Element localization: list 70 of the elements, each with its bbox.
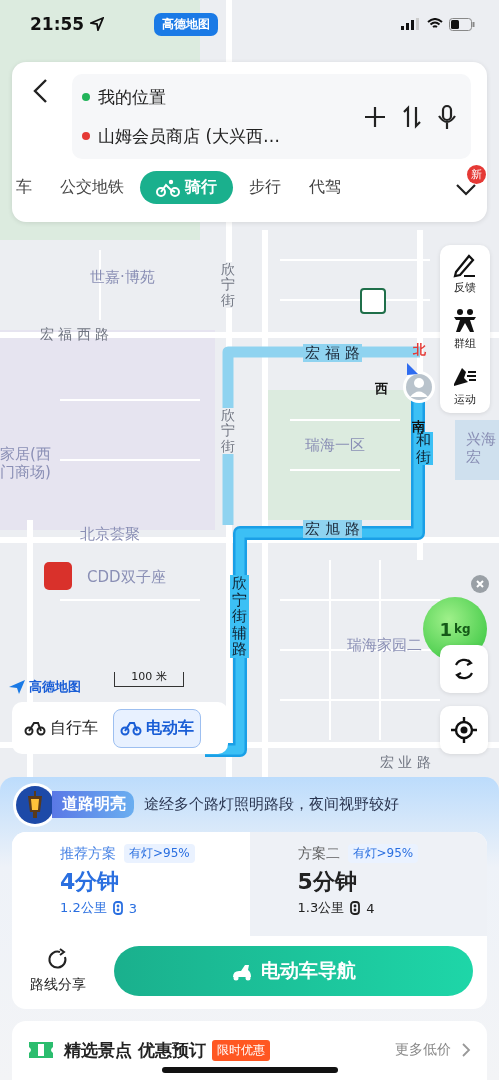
compass-label: 北: [413, 341, 426, 359]
promo-title: 精选景点 优惠预订: [64, 1038, 206, 1062]
close-icon[interactable]: [471, 575, 489, 593]
water-area: [455, 420, 499, 480]
heading-arrow-icon: [405, 362, 419, 376]
promo-tag: 限时优惠: [211, 1039, 270, 1061]
route-road-label: 欣宁街辅路: [230, 575, 249, 658]
signal-icon: [401, 18, 421, 30]
locate-button[interactable]: [440, 706, 488, 754]
back-to-app-button[interactable]: 高德地图: [154, 12, 219, 36]
place-label: CDD双子座: [87, 568, 166, 586]
place-label: 瑞海一区: [305, 436, 365, 454]
location-arrow-icon: [90, 17, 105, 31]
bicycle-icon: [24, 720, 46, 736]
battery-icon: [449, 17, 475, 31]
place-label: 家居(西门商场): [0, 445, 52, 481]
mode-tab[interactable]: 车: [16, 171, 44, 204]
microphone-icon[interactable]: [437, 103, 457, 130]
promo-card[interactable]: 精选景点 优惠预订 限时优惠 更多低价: [12, 1020, 487, 1080]
origin-field[interactable]: 我的位置: [98, 85, 166, 109]
ticket-icon: [28, 1040, 54, 1061]
map-tool-button[interactable]: 群组: [440, 301, 490, 357]
traffic-light-icon: [111, 901, 124, 916]
cyclist-icon: [156, 178, 180, 197]
wifi-icon: [427, 18, 443, 30]
bicycle-icon: [120, 720, 142, 736]
new-badge: 新: [467, 165, 486, 184]
vehicle-type-tab[interactable]: 电动车: [113, 708, 201, 748]
route-road-label: 和街: [414, 432, 433, 465]
destination-field[interactable]: 山姆会员商店 (大兴西…: [98, 124, 281, 148]
place-label: 世嘉·博苑: [90, 268, 155, 286]
refresh-button[interactable]: [440, 645, 488, 693]
destination-dot-icon: [82, 132, 90, 140]
road-lighting-badge: 道路明亮: [52, 791, 134, 819]
traffic-light-icon: [349, 901, 362, 916]
compass-label: 南: [412, 418, 425, 434]
route-share-button[interactable]: 路线分享: [24, 947, 92, 996]
locate-icon: [450, 716, 478, 744]
mode-tab[interactable]: 代驾: [297, 171, 353, 204]
mode-tab[interactable]: 步行: [237, 171, 293, 204]
chevron-right-icon: [461, 1042, 471, 1059]
road-label: 宏 业 路: [380, 754, 431, 771]
map-logo-text: 高德地图: [29, 678, 81, 696]
chevron-down-icon[interactable]: [455, 182, 477, 196]
swap-icon[interactable]: [401, 104, 423, 129]
lighting-description: 途经多个路灯照明路段，夜间视野较好: [144, 795, 399, 815]
road-label: 宏 福 西 路: [40, 326, 110, 343]
map-tool-button[interactable]: 反馈: [440, 245, 490, 301]
road-label: 欣宁街: [221, 408, 235, 455]
map-logo-icon: [8, 679, 26, 695]
status-time: 21:55: [30, 14, 85, 34]
place-label: 北京荟聚: [80, 525, 140, 543]
scale-bar: 100 米: [114, 672, 184, 687]
store-icon: [360, 288, 386, 314]
road-label: 欣宁街: [221, 262, 235, 309]
vehicle-type-tab[interactable]: 自行车: [17, 708, 105, 748]
restaurant-icon: [44, 562, 72, 590]
origin-dot-icon: [82, 93, 90, 101]
map-tool-button[interactable]: 运动: [440, 357, 490, 413]
more-deals-link[interactable]: 更多低价: [395, 1041, 451, 1060]
add-stop-icon[interactable]: [363, 104, 387, 129]
compass-label: 西: [375, 380, 388, 398]
route-road-label: 宏 旭 路: [303, 520, 362, 538]
pencil-icon: [452, 252, 478, 278]
people-icon: [452, 308, 478, 334]
route-road-label: 宏 福 路: [303, 344, 362, 362]
mode-tab[interactable]: 公交地铁: [48, 171, 136, 204]
place-label: 瑞海家园二: [347, 636, 422, 654]
route-option[interactable]: 方案二 有灯>95% 5分钟 1.3公里 4: [249, 832, 487, 937]
place-label: 兴海宏: [466, 430, 496, 466]
